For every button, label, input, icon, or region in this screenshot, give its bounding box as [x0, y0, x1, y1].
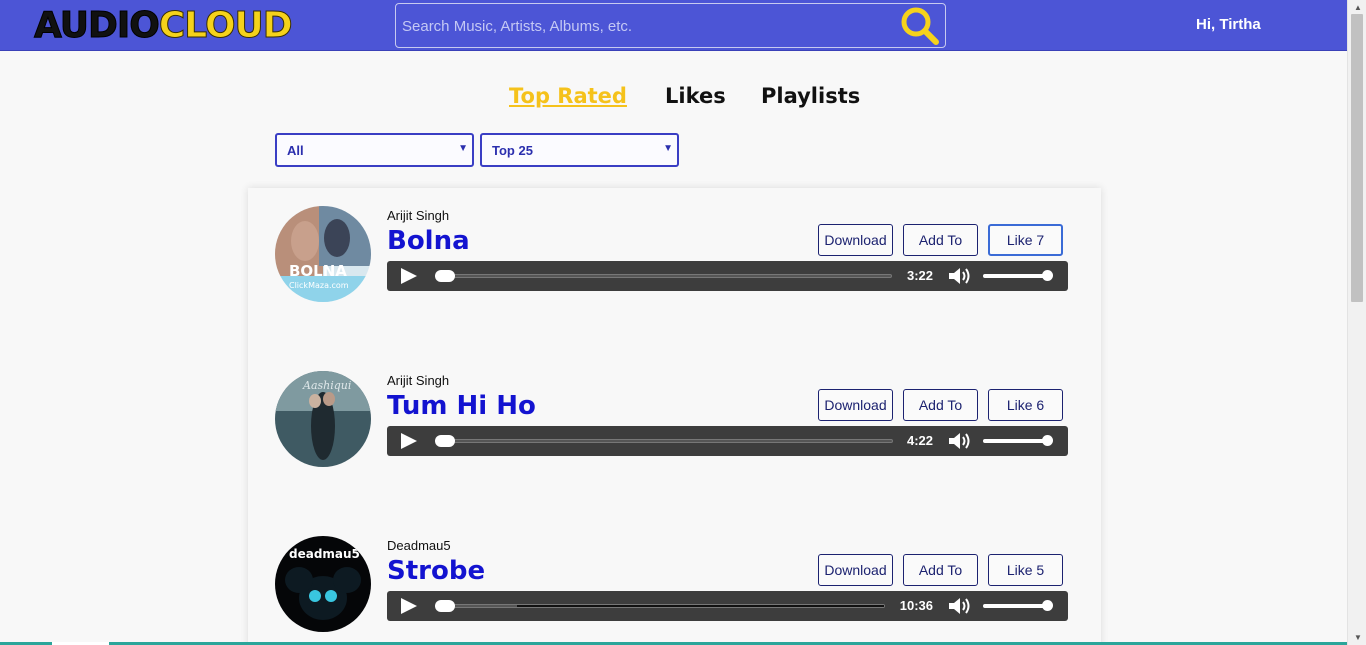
song-item: Aashiqui Arijit Singh Tum Hi Ho Download… — [248, 369, 1101, 479]
scrollbar-thumb[interactable] — [1351, 14, 1363, 302]
svg-text:BOLNA: BOLNA — [289, 262, 347, 280]
download-button[interactable]: Download — [818, 224, 893, 256]
user-greeting[interactable]: Hi, Tirtha — [1196, 16, 1261, 33]
logo-cloud: CLOUD — [158, 5, 293, 46]
tum-hi-ho-cover-image: Aashiqui — [275, 371, 371, 467]
bolna-cover-image: BOLNA ClickMaza.com — [275, 206, 371, 302]
add-to-button[interactable]: Add To — [903, 224, 978, 256]
chevron-down-icon: ▼ — [458, 143, 468, 154]
tab-playlists[interactable]: Playlists — [761, 84, 860, 108]
song-title[interactable]: Tum Hi Ho — [387, 391, 536, 421]
deadmau5-cover-image: deadmau5 — [275, 536, 371, 632]
volume-handle[interactable] — [1042, 435, 1053, 446]
song-item: BOLNA ClickMaza.com Arijit Singh Bolna D… — [248, 204, 1101, 314]
song-title[interactable]: Bolna — [387, 226, 470, 256]
volume-icon[interactable] — [947, 596, 973, 616]
artist-name[interactable]: Deadmau5 — [387, 538, 451, 553]
add-to-button[interactable]: Add To — [903, 389, 978, 421]
tab-top-rated[interactable]: Top Rated — [509, 84, 627, 108]
svg-text:ClickMaza.com: ClickMaza.com — [289, 281, 349, 290]
download-button[interactable]: Download — [818, 389, 893, 421]
seek-handle[interactable] — [435, 270, 455, 282]
buffered-progress — [517, 605, 884, 607]
album-cover: BOLNA ClickMaza.com — [275, 206, 371, 302]
add-to-button[interactable]: Add To — [903, 554, 978, 586]
like-button[interactable]: Like 5 — [988, 554, 1063, 586]
scroll-down-arrow-icon[interactable]: ▼ — [1354, 633, 1362, 642]
volume-slider[interactable] — [983, 439, 1049, 443]
play-icon[interactable] — [401, 433, 417, 449]
chevron-down-icon: ▼ — [663, 143, 673, 154]
svg-text:Aashiqui: Aashiqui — [302, 379, 351, 392]
artist-name[interactable]: Arijit Singh — [387, 208, 449, 223]
genre-select[interactable]: All ▼ — [275, 133, 474, 167]
seek-handle[interactable] — [435, 600, 455, 612]
audiocloud-logo[interactable]: AUDIO CLOUD — [34, 5, 294, 46]
track-duration: 3:22 — [906, 268, 933, 283]
logo-audio: AUDIO — [34, 5, 161, 46]
song-title[interactable]: Strobe — [387, 556, 485, 586]
count-select-value: Top 25 — [492, 143, 533, 158]
page-scrollbar[interactable]: ▲ ▼ — [1347, 0, 1366, 645]
download-button[interactable]: Download — [818, 554, 893, 586]
section-tabs: Top Rated Likes Playlists — [0, 84, 1347, 114]
song-list: BOLNA ClickMaza.com Arijit Singh Bolna D… — [248, 188, 1101, 645]
seek-bar[interactable] — [436, 274, 892, 278]
search-button[interactable] — [898, 5, 942, 47]
volume-icon[interactable] — [947, 431, 973, 451]
volume-slider[interactable] — [983, 604, 1049, 608]
track-duration: 4:22 — [906, 433, 933, 448]
like-button[interactable]: Like 7 — [988, 224, 1063, 256]
like-button[interactable]: Like 6 — [988, 389, 1063, 421]
search-icon — [901, 7, 939, 45]
volume-icon[interactable] — [947, 266, 973, 286]
audio-player: 10:36 — [387, 591, 1068, 621]
album-cover: Aashiqui — [275, 371, 371, 467]
audio-player: 4:22 — [387, 426, 1068, 456]
seek-bar[interactable] — [436, 439, 893, 443]
seek-bar[interactable] — [436, 604, 885, 608]
track-duration: 10:36 — [899, 598, 933, 613]
cover-text: deadmau5 — [289, 547, 360, 561]
search-input[interactable] — [402, 14, 892, 38]
search-box — [395, 3, 946, 48]
play-icon[interactable] — [401, 598, 417, 614]
song-item: deadmau5 Deadmau5 Strobe Download Add To… — [248, 534, 1101, 644]
audio-player: 3:22 — [387, 261, 1068, 291]
tab-likes[interactable]: Likes — [665, 84, 726, 108]
top-nav-bar: AUDIOCLOUD Hi, Tirtha — [0, 0, 1347, 51]
play-icon[interactable] — [401, 268, 417, 284]
artist-name[interactable]: Arijit Singh — [387, 373, 449, 388]
count-select[interactable]: Top 25 ▼ — [480, 133, 679, 167]
genre-select-value: All — [287, 143, 304, 158]
album-cover: deadmau5 — [275, 536, 371, 632]
volume-slider[interactable] — [983, 274, 1049, 278]
volume-handle[interactable] — [1042, 270, 1053, 281]
seek-handle[interactable] — [435, 435, 455, 447]
volume-handle[interactable] — [1042, 600, 1053, 611]
scroll-up-arrow-icon[interactable]: ▲ — [1354, 3, 1362, 12]
